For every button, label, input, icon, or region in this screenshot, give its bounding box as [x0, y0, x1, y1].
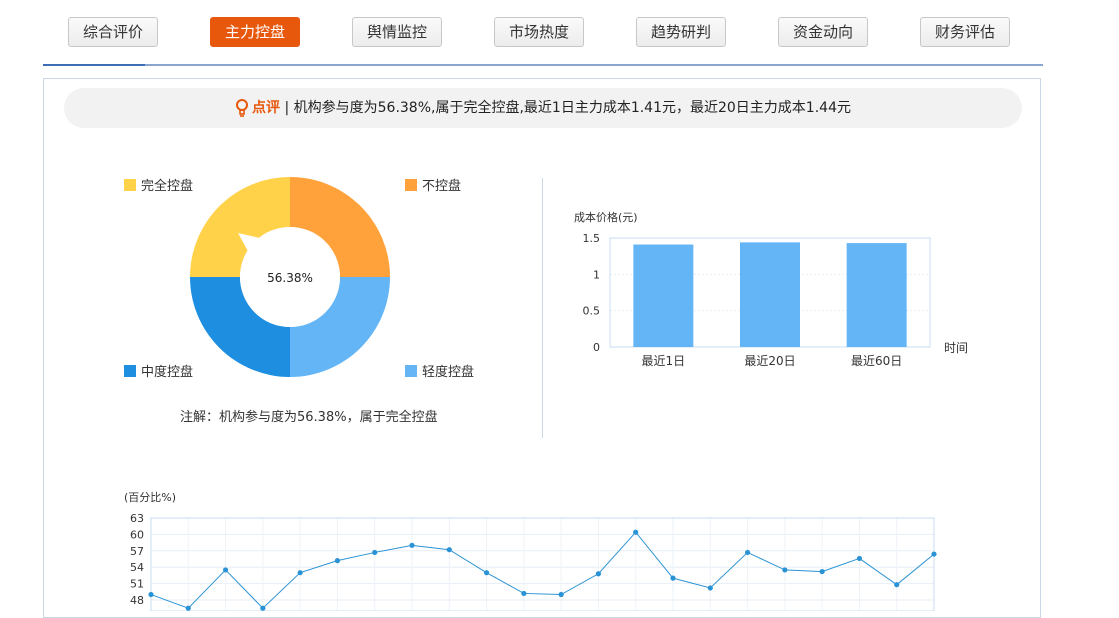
line-point-9 — [483, 570, 490, 576]
line-ytick: 63 — [130, 512, 144, 525]
tab-bar-underline — [43, 64, 1043, 66]
bar-ytick: 0 — [593, 341, 600, 354]
tab-6[interactable]: 财务评估 — [920, 17, 1010, 47]
line-point-17 — [782, 567, 788, 573]
legend-swatch — [124, 365, 136, 377]
cost-bar-chart: 成本价格(元) 0 0.5 1 1.5 最近1日 最近20日 最近60日 时间 — [574, 210, 968, 368]
tab-0[interactable]: 综合评价 — [68, 17, 158, 47]
legend-light-control: 轻度控盘 — [405, 365, 474, 380]
line-ytick: 60 — [130, 528, 144, 541]
line-point-7 — [409, 542, 415, 548]
participation-line-chart: (百分比%) 48 51 54 57 60 63 — [124, 491, 937, 611]
line-point-11 — [558, 591, 564, 598]
line-point-14 — [670, 575, 676, 581]
tab-1[interactable]: 主力控盘 — [210, 17, 300, 47]
legend-label: 不控盘 — [422, 179, 462, 194]
line-ytick: 57 — [130, 545, 144, 558]
remark-separator: | — [284, 100, 290, 116]
bar-xtick: 最近1日 — [642, 354, 686, 368]
tab-4[interactable]: 趋势研判 — [636, 17, 726, 47]
line-point-8 — [446, 547, 452, 553]
section-divider — [542, 178, 543, 438]
line-point-21 — [931, 551, 937, 557]
bar-xtick: 最近20日 — [744, 354, 795, 368]
line-point-2 — [222, 567, 229, 573]
bar-xtick: 最近60日 — [851, 354, 902, 368]
legend-swatch — [405, 365, 417, 377]
remark-tag: 点评 — [252, 100, 280, 116]
tab-3[interactable]: 市场热度 — [494, 17, 584, 47]
line-point-6 — [372, 549, 378, 556]
line-point-16 — [744, 549, 751, 556]
bar-1 — [740, 242, 800, 347]
bar-ylabel: 成本价格(元) — [574, 210, 638, 224]
legend-no-control: 不控盘 — [405, 179, 461, 194]
line-point-19 — [856, 555, 863, 562]
line-point-13 — [633, 529, 639, 535]
legend-swatch — [405, 179, 417, 191]
tab-bar-active-underline — [43, 64, 145, 66]
remark-bar: 点评 | 机构参与度为56.38%,属于完全控盘,最近1日主力成本1.41元，最… — [64, 88, 1022, 128]
line-series — [150, 531, 935, 609]
line-point-10 — [521, 590, 527, 597]
line-point-3 — [260, 605, 266, 611]
bar-2 — [846, 243, 907, 347]
line-point-0 — [148, 591, 154, 598]
donut-note: 注解：机构参与度为56.38%，属于完全控盘 — [180, 410, 438, 425]
legend-swatch — [124, 179, 136, 191]
bar-0 — [633, 244, 694, 347]
bar-xlabel: 时间 — [944, 341, 968, 355]
line-ytick: 54 — [130, 561, 144, 574]
donut-center-label: 56.38% — [267, 271, 313, 285]
line-point-20 — [894, 582, 900, 588]
tab-2[interactable]: 舆情监控 — [352, 17, 442, 47]
remark-text: 机构参与度为56.38%,属于完全控盘,最近1日主力成本1.41元，最近20日主… — [293, 100, 851, 116]
bar-ytick: 1.5 — [583, 232, 601, 245]
line-point-1 — [185, 605, 191, 611]
line-plot-frame — [150, 517, 935, 611]
legend-label: 轻度控盘 — [422, 365, 475, 380]
bar-ytick: 1 — [593, 268, 600, 281]
lightbulb-icon — [236, 99, 248, 117]
line-ytick: 51 — [130, 578, 144, 591]
bar-ytick: 0.5 — [583, 305, 601, 318]
line-ylabel: (百分比%) — [124, 491, 176, 504]
line-point-15 — [707, 585, 713, 591]
line-point-4 — [297, 570, 303, 576]
tab-5[interactable]: 资金动向 — [778, 17, 868, 47]
tab-bar: 综合评价 主力控盘 舆情监控 市场热度 趋势研判 资金动向 财务评估 — [43, 0, 1043, 64]
line-point-5 — [334, 558, 341, 564]
line-ytick: 48 — [130, 594, 144, 607]
line-point-18 — [819, 568, 825, 575]
line-point-12 — [595, 571, 602, 577]
donut-chart: 56.38% — [190, 177, 390, 377]
